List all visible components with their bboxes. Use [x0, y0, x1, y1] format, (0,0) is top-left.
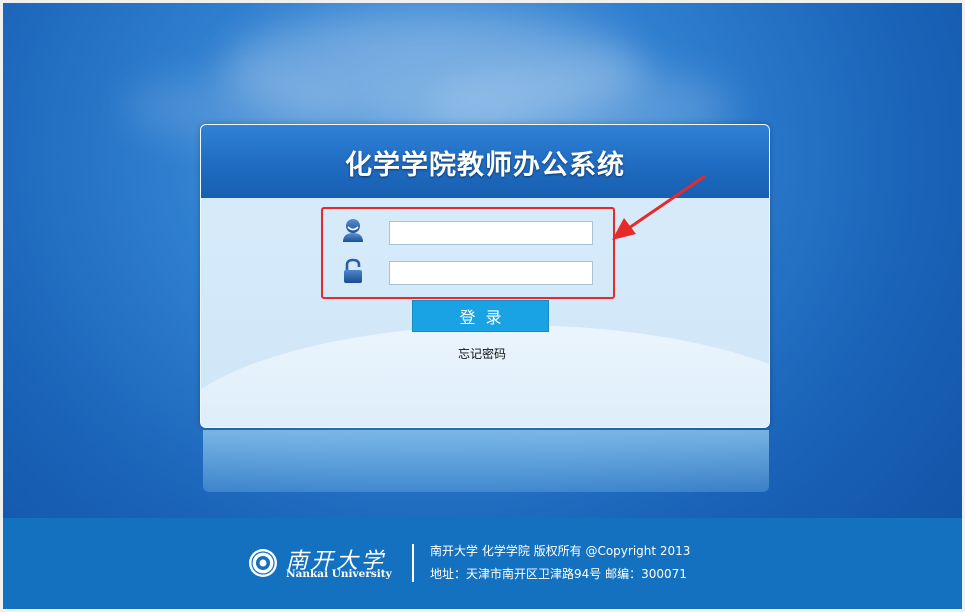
login-button[interactable]: 登录 — [412, 300, 549, 332]
footer: 南开大学 Nankai University 南开大学 化学学院 版权所有 @C… — [3, 518, 962, 609]
university-seal-icon — [249, 549, 277, 577]
university-logo: 南开大学 Nankai University — [248, 545, 392, 585]
footer-divider — [412, 544, 414, 582]
forgot-password-link[interactable]: 忘记密码 — [452, 345, 512, 362]
footer-copyright: 南开大学 化学学院 版权所有 @Copyright 2013 — [430, 544, 691, 558]
panel-swoosh-decoration — [201, 325, 769, 427]
annotation-arrow-icon — [612, 174, 706, 240]
annotation-highlight-box — [321, 207, 615, 299]
panel-reflection — [203, 430, 769, 492]
footer-address: 地址：天津市南开区卫津路94号 邮编：300071 — [430, 567, 687, 581]
logo-english-name: Nankai University — [286, 568, 392, 580]
